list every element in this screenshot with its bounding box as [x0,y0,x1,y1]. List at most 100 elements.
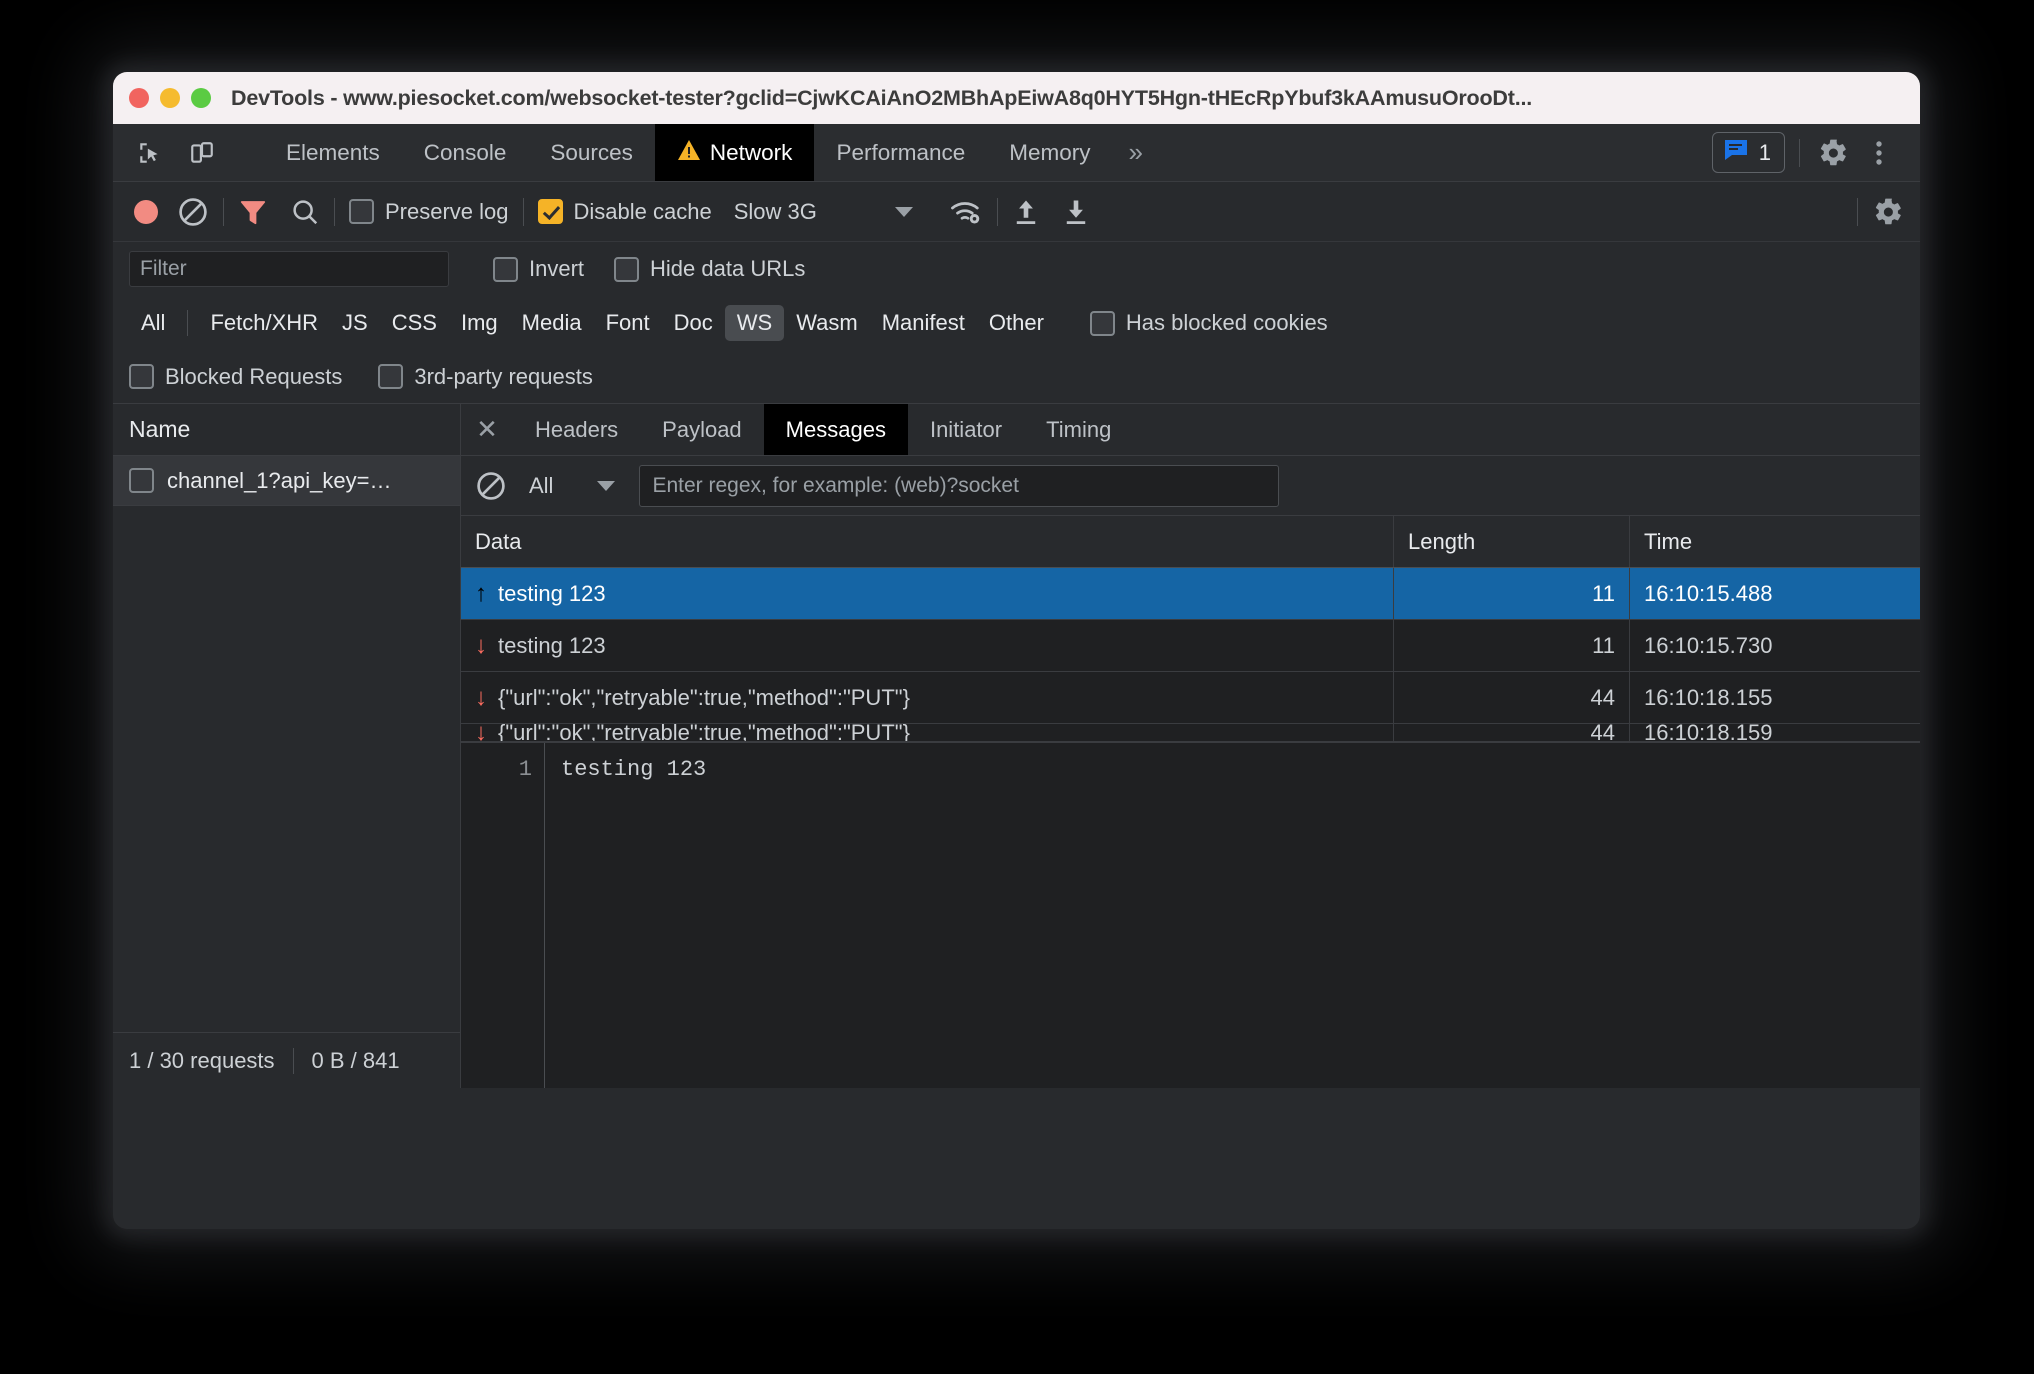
tab-headers[interactable]: Headers [513,404,640,455]
tab-memory[interactable]: Memory [987,124,1112,181]
clear-requests-icon[interactable] [177,190,209,234]
chevron-down-icon[interactable] [894,206,913,217]
tab-messages[interactable]: Messages [763,404,908,455]
message-type-chevron-down-icon[interactable] [597,480,616,491]
blocked-requests-label: Blocked Requests [165,363,343,389]
tab-sources[interactable]: Sources [528,124,655,181]
devtools-main-tabs: Elements Console Sources Network Perform… [113,124,1920,182]
hide-data-urls-label: Hide data URLs [650,256,806,281]
close-detail-icon[interactable]: ✕ [461,404,513,455]
type-filter-doc[interactable]: Doc [662,305,725,341]
disable-cache-checkbox[interactable]: Disable cache [537,190,712,234]
tab-network[interactable]: Network [654,124,815,181]
type-filter-other[interactable]: Other [977,305,1056,341]
filter-funnel-icon[interactable] [238,190,268,234]
arrow-down-icon: ↓ [475,631,487,659]
network-panel-body: Name channel_1?api_key=… 1 / 30 requests… [113,404,1920,1088]
console-messages-badge[interactable]: 1 [1711,132,1785,173]
more-tabs-button[interactable]: » [1113,124,1159,181]
network-conditions-icon[interactable] [949,190,983,234]
blocked-requests-checkbox[interactable]: Blocked Requests [129,364,342,390]
invert-checkbox[interactable]: Invert [493,256,584,282]
message-type-select[interactable]: All [529,473,553,499]
type-filter-divider [187,310,189,336]
message-count: 1 [1758,139,1771,165]
tab-performance-label: Performance [836,139,966,165]
requests-pane: Name channel_1?api_key=… 1 / 30 requests… [113,404,461,1088]
column-header-data[interactable]: Data [461,516,1394,567]
message-regex-input[interactable] [639,464,1280,507]
third-party-requests-box [378,364,404,389]
search-icon[interactable] [290,190,320,234]
minimize-window-button[interactable] [160,88,180,108]
preserve-log-box [349,199,374,224]
invert-label: Invert [529,256,585,281]
throttling-select[interactable]: Slow 3G [734,190,817,234]
toolbar-divider-5 [1857,197,1858,226]
tab-payload[interactable]: Payload [640,404,764,455]
type-filter-wasm[interactable]: Wasm [784,305,870,341]
request-detail-pane: ✕ Headers Payload Messages Initiator Tim… [461,404,1920,1088]
close-window-button[interactable] [129,88,149,108]
message-length: 44 [1394,724,1630,741]
zoom-window-button[interactable] [191,88,211,108]
network-status-bar: 1 / 30 requests 0 B / 841 [113,1032,460,1088]
transfer-size: 0 B / 841 [311,1047,400,1073]
message-data: {"url":"ok","retryable":true,"method":"P… [498,724,910,741]
third-party-requests-checkbox[interactable]: 3rd-party requests [378,364,593,390]
requests-empty-area [113,506,460,1032]
disable-cache-box [537,199,563,224]
column-header-length[interactable]: Length [1394,516,1630,567]
tab-console[interactable]: Console [402,124,529,181]
arrow-down-icon: ↓ [475,683,487,711]
request-checkbox[interactable] [129,468,154,493]
requests-column-header[interactable]: Name [113,404,460,456]
message-row[interactable]: ↑ testing 123 11 16:10:15.488 [461,568,1920,620]
type-filter-img[interactable]: Img [449,305,510,341]
message-row[interactable]: ↓ testing 123 11 16:10:15.730 [461,620,1920,672]
message-data: testing 123 [498,580,606,606]
messages-filter-bar: All [461,456,1920,516]
payload-line-number: 1 [461,743,545,1088]
messages-table-body: ↑ testing 123 11 16:10:15.488 ↓ testing … [461,568,1920,742]
type-filter-fetch-xhr[interactable]: Fetch/XHR [198,305,330,341]
clear-messages-icon[interactable] [475,464,507,508]
invert-box [493,256,518,282]
warning-triangle-icon [677,139,701,167]
tab-strip-actions: 1 [1711,124,1920,181]
tab-elements[interactable]: Elements [264,124,402,181]
toolbar-divider-3 [522,197,524,226]
message-row[interactable]: ↓ {"url":"ok","retryable":true,"method":… [461,724,1920,742]
type-filter-css[interactable]: CSS [380,305,449,341]
preserve-log-checkbox[interactable]: Preserve log [349,190,509,234]
type-filter-font[interactable]: Font [594,305,662,341]
has-blocked-cookies-label: Has blocked cookies [1125,310,1328,335]
network-toolbar: Preserve log Disable cache Slow 3G [113,182,1920,242]
tab-performance[interactable]: Performance [814,124,987,181]
column-header-time[interactable]: Time [1630,516,1920,567]
inspect-element-icon[interactable] [131,134,169,172]
has-blocked-cookies-checkbox[interactable]: Has blocked cookies [1089,310,1328,336]
type-filter-manifest[interactable]: Manifest [870,305,977,341]
hide-data-urls-checkbox[interactable]: Hide data URLs [614,256,805,282]
type-filter-ws[interactable]: WS [724,305,785,341]
message-length: 11 [1394,568,1630,619]
type-filter-js[interactable]: JS [330,305,380,341]
messages-table-header: Data Length Time [461,516,1920,568]
record-button[interactable] [129,190,163,234]
settings-gear-icon[interactable] [1810,130,1856,176]
export-har-icon[interactable] [1062,190,1090,234]
import-har-icon[interactable] [1012,190,1040,234]
request-row[interactable]: channel_1?api_key=… [113,456,460,506]
filter-input[interactable] [129,251,449,287]
type-filter-media[interactable]: Media [510,305,594,341]
more-options-kebab-icon[interactable] [1856,130,1902,176]
network-settings-gear-icon[interactable] [1872,190,1904,234]
window-title-bar: DevTools - www.piesocket.com/websocket-t… [113,72,1920,124]
blocked-filters-row: Blocked Requests 3rd-party requests [113,350,1920,404]
message-row[interactable]: ↓ {"url":"ok","retryable":true,"method":… [461,672,1920,724]
type-filter-all[interactable]: All [129,305,177,341]
tab-initiator[interactable]: Initiator [908,404,1024,455]
tab-timing[interactable]: Timing [1024,404,1133,455]
device-toolbar-icon[interactable] [183,134,221,172]
